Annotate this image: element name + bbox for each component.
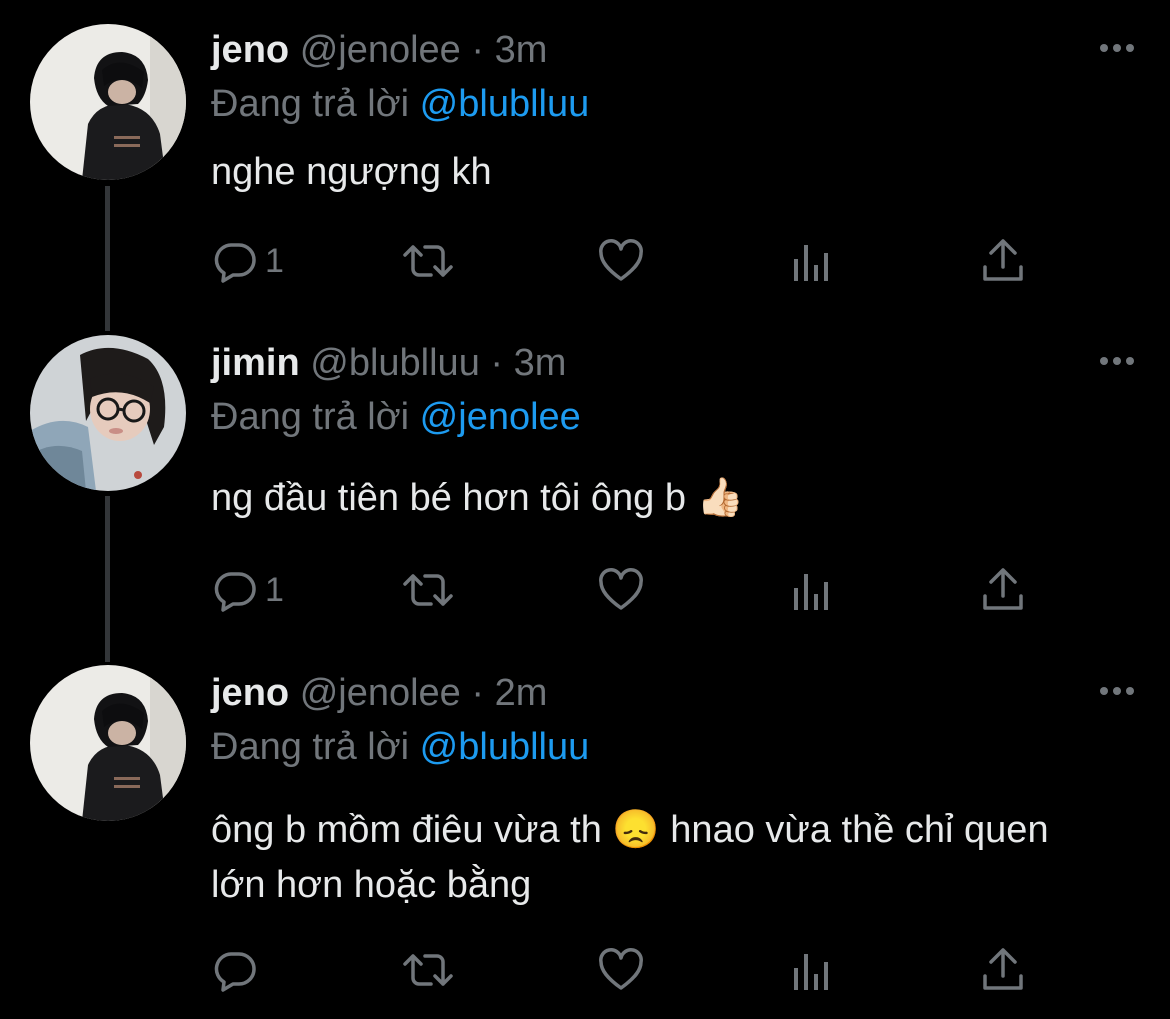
retweet-icon — [403, 245, 453, 277]
tweet-text: ng đầu tiên bé hơn tôi ông b 👍🏻 — [211, 477, 744, 519]
analytics-icon — [794, 954, 828, 990]
avatar[interactable] — [30, 335, 186, 491]
like-button[interactable] — [597, 565, 645, 615]
replying-to-label: Đang trả lời — [211, 726, 410, 768]
reply-button[interactable]: 1 — [211, 565, 284, 615]
replying-to: Đang trả lời @blublluu — [211, 721, 589, 773]
timestamp[interactable]: 3m — [495, 29, 548, 71]
more-button[interactable] — [1098, 351, 1138, 371]
retweet-button[interactable] — [401, 565, 455, 615]
share-button[interactable] — [981, 565, 1025, 615]
share-button[interactable] — [981, 236, 1025, 286]
heart-icon — [599, 239, 643, 281]
separator-dot: · — [471, 29, 485, 71]
retweet-icon — [403, 574, 453, 606]
timestamp[interactable]: 2m — [495, 672, 548, 714]
replying-to-label: Đang trả lời — [211, 396, 410, 438]
more-icon — [1100, 687, 1134, 695]
analytics-icon — [794, 574, 828, 610]
more-button[interactable] — [1098, 38, 1138, 58]
reply-icon — [214, 952, 256, 992]
more-icon — [1100, 44, 1134, 52]
replying-to: Đang trả lời @blublluu — [211, 78, 589, 130]
action-bar: 1 — [211, 236, 1051, 286]
avatar[interactable] — [30, 665, 186, 821]
reply-count: 1 — [265, 241, 284, 280]
reply-button[interactable] — [211, 945, 265, 995]
retweet-button[interactable] — [401, 945, 455, 995]
like-button[interactable] — [597, 236, 645, 286]
analytics-button[interactable] — [791, 236, 833, 286]
share-icon — [983, 948, 1023, 990]
replying-to-label: Đang trả lời — [211, 83, 410, 125]
user-handle[interactable]: @blublluu — [310, 342, 480, 384]
separator-dot: · — [490, 342, 504, 384]
analytics-icon — [794, 245, 828, 281]
replying-to: Đang trả lời @jenolee — [211, 391, 581, 443]
tweet-header: jeno @jenolee · 2m — [211, 667, 547, 719]
share-icon — [983, 239, 1023, 281]
like-button[interactable] — [597, 945, 645, 995]
tweet[interactable]: jeno @jenolee · 2m Đang trả lời @blubllu… — [0, 643, 1170, 1019]
replying-to-mention[interactable]: @jenolee — [420, 396, 581, 438]
tweet[interactable]: jimin @blublluu · 3m Đang trả lời @jenol… — [0, 313, 1170, 653]
tweet-header: jeno @jenolee · 3m — [211, 24, 547, 76]
analytics-button[interactable] — [791, 945, 833, 995]
action-bar: 1 — [211, 565, 1051, 615]
reply-count: 1 — [265, 570, 284, 609]
reply-icon — [214, 572, 256, 612]
share-button[interactable] — [981, 945, 1025, 995]
replying-to-mention[interactable]: @blublluu — [420, 726, 590, 768]
tweet-header: jimin @blublluu · 3m — [211, 337, 566, 389]
display-name[interactable]: jeno — [211, 29, 289, 71]
timestamp[interactable]: 3m — [514, 342, 567, 384]
more-button[interactable] — [1098, 681, 1138, 701]
user-handle[interactable]: @jenolee — [300, 672, 461, 714]
reply-icon — [214, 243, 256, 283]
reply-button[interactable]: 1 — [211, 236, 284, 286]
display-name[interactable]: jimin — [211, 342, 300, 384]
retweet-button[interactable] — [401, 236, 455, 286]
avatar[interactable] — [30, 24, 186, 180]
user-handle[interactable]: @jenolee — [300, 29, 461, 71]
separator-dot: · — [471, 672, 485, 714]
action-bar — [211, 945, 1051, 995]
heart-icon — [599, 948, 643, 990]
heart-icon — [599, 568, 643, 610]
replying-to-mention[interactable]: @blublluu — [420, 83, 590, 125]
display-name[interactable]: jeno — [211, 672, 289, 714]
share-icon — [983, 568, 1023, 610]
tweet[interactable]: jeno @jenolee · 3m Đang trả lời @blubllu… — [0, 0, 1170, 320]
analytics-button[interactable] — [791, 565, 833, 615]
tweet-text: ông b mồm điêu vừa th 😞 hnao vừa thề chỉ… — [211, 809, 1049, 906]
tweet-text: nghe ngượng kh — [211, 151, 492, 193]
more-icon — [1100, 357, 1134, 365]
retweet-icon — [403, 954, 453, 986]
